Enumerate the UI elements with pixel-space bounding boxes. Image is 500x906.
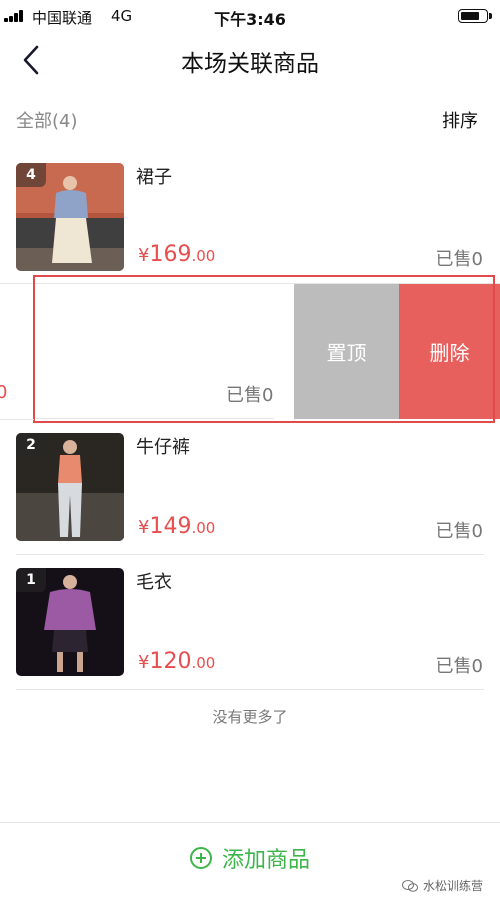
product-name: 毛衣 (136, 572, 172, 593)
divider (16, 689, 484, 690)
rank-badge: 4 (16, 163, 46, 187)
divider (0, 822, 500, 823)
rank-badge: 1 (16, 568, 46, 592)
price-currency: ¥ (138, 517, 150, 538)
product-price-partial: 0 (0, 382, 8, 403)
product-name: 裙子 (136, 167, 172, 188)
price-decimal: .00 (191, 519, 216, 537)
price-decimal: .00 (191, 247, 216, 265)
product-name: 牛仔裤 (136, 437, 190, 458)
plus-circle-icon (189, 847, 212, 869)
add-product-button[interactable]: 添加商品 (0, 838, 500, 878)
list-item[interactable]: 2 牛仔裤 ¥149.00 已售0 (0, 430, 500, 545)
product-price: ¥149.00 (138, 514, 215, 539)
sold-count: 已售0 (435, 521, 483, 542)
product-thumbnail: 1 (16, 568, 124, 676)
sold-count: 已售0 (435, 249, 483, 270)
highlight-frame (33, 275, 495, 423)
all-count-tab[interactable]: 全部(4) (16, 107, 78, 133)
list-end-text: 没有更多了 (212, 708, 288, 726)
watermark-text: 水松训练营 (423, 879, 484, 893)
price-integer: 169 (149, 242, 192, 267)
status-bar: 中国联通 4G 下午3:46 (0, 0, 500, 32)
clock: 下午3:46 (214, 10, 286, 29)
price-integer: 149 (149, 514, 192, 539)
rank-badge: 2 (16, 433, 46, 457)
add-product-label: 添加商品 (221, 848, 310, 873)
list-item[interactable]: 4 裙子 ¥169.00 已售0 (0, 160, 500, 275)
price-currency: ¥ (138, 652, 150, 673)
price-decimal: .00 (191, 654, 216, 672)
price-currency: ¥ (138, 245, 150, 266)
page-title: 本场关联商品 (181, 51, 319, 77)
product-thumbnail: 4 (16, 163, 124, 271)
divider (16, 554, 484, 555)
divider (0, 419, 34, 420)
sort-button[interactable]: 排序 (442, 107, 478, 133)
watermark: 水松训练营 (402, 877, 483, 894)
product-thumbnail: 2 (16, 433, 124, 541)
wechat-icon (402, 879, 418, 892)
list-item[interactable]: 1 毛衣 ¥120.00 已售0 (0, 565, 500, 680)
product-price: ¥169.00 (138, 242, 215, 267)
product-price: ¥120.00 (138, 649, 215, 674)
battery-icon (458, 9, 492, 23)
price-integer: 120 (149, 649, 192, 674)
sold-count: 已售0 (435, 656, 483, 677)
